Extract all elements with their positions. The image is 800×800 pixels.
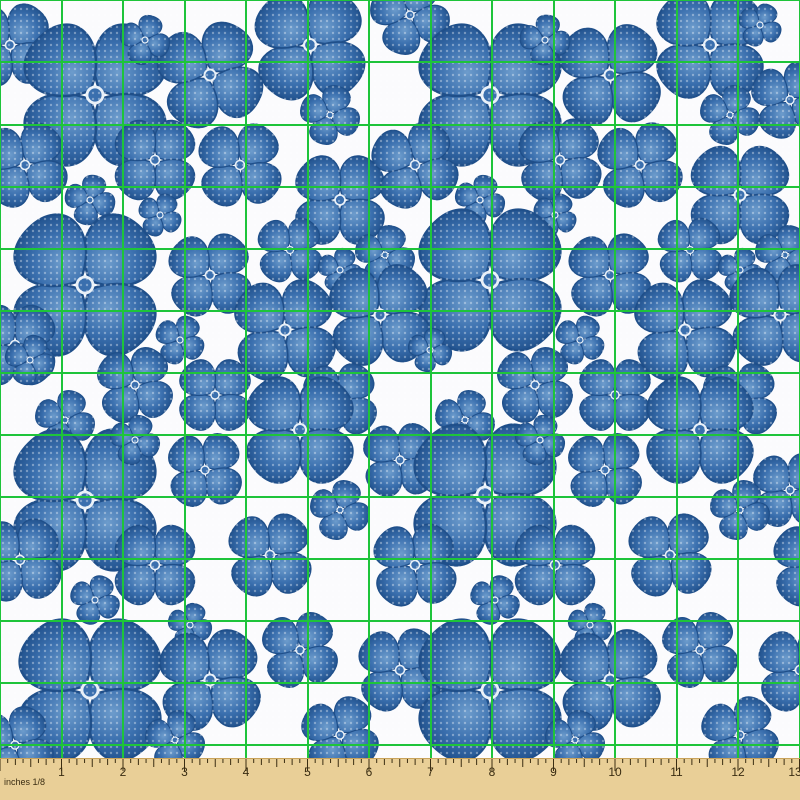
ruler-number: 5 — [304, 765, 311, 779]
ruler-number: 11 — [670, 765, 683, 779]
ruler-number: 2 — [120, 765, 127, 779]
ruler-number: 3 — [181, 765, 188, 779]
ruler-number: 10 — [608, 765, 622, 779]
ruler-number: 6 — [366, 765, 373, 779]
ruler-number: 8 — [489, 765, 496, 779]
ruler-number: 7 — [427, 765, 434, 779]
fabric-swatch-preview: inches 1/8 1 2 3 4 5 6 7 8 9 10 11 12 13 — [0, 0, 800, 800]
ruler-number: 1 — [58, 765, 65, 779]
floral-fabric-pattern — [0, 0, 800, 758]
measuring-ruler: inches 1/8 1 2 3 4 5 6 7 8 9 10 11 12 13 — [0, 758, 800, 800]
ruler-number: 9 — [550, 765, 557, 779]
ruler-number: 13 — [788, 765, 800, 779]
ruler-number: 4 — [243, 765, 250, 779]
weave-texture — [0, 0, 800, 758]
ruler-unit-label: inches 1/8 — [4, 777, 45, 787]
ruler-number: 12 — [731, 765, 745, 779]
